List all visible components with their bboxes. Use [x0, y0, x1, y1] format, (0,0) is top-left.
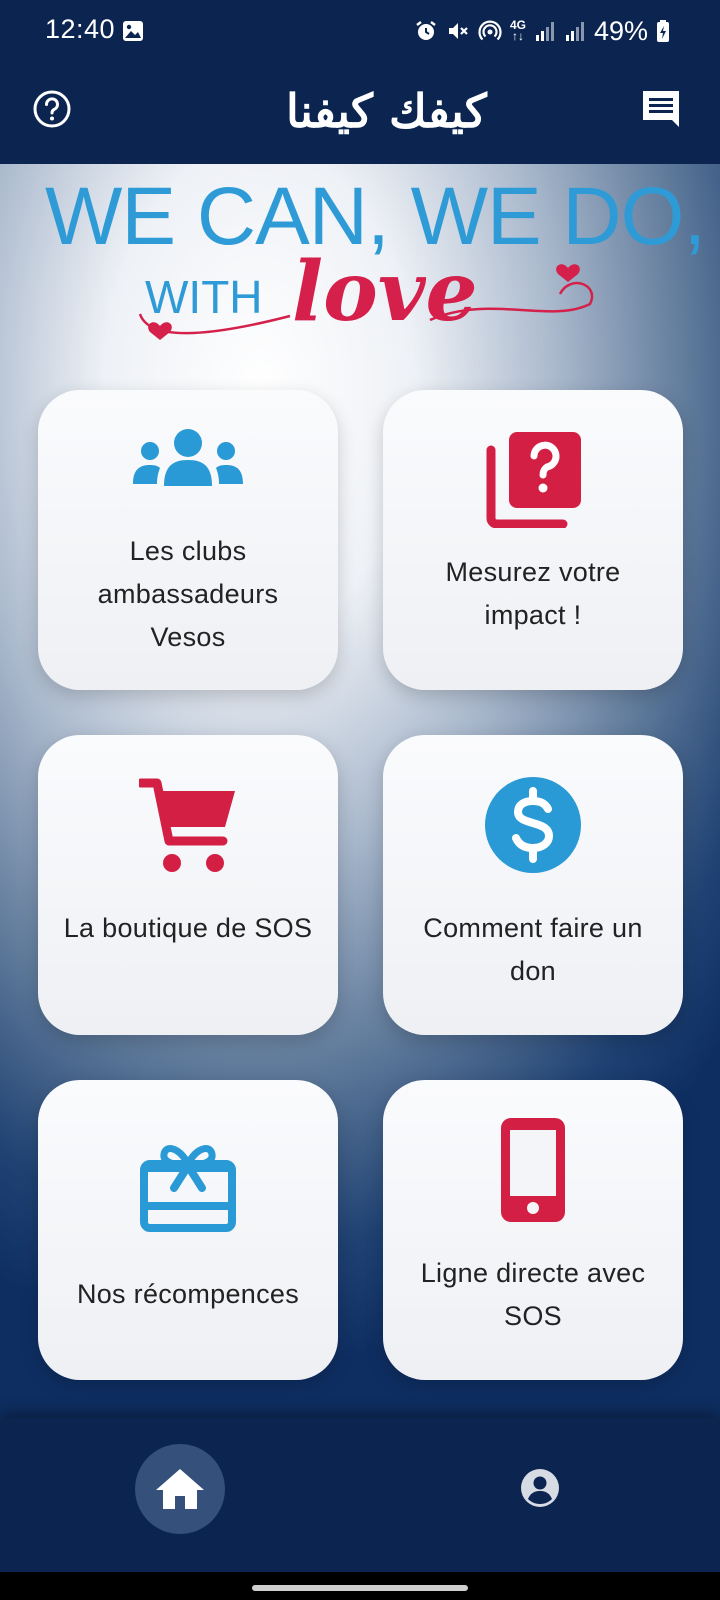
banner-love: love: [292, 244, 478, 340]
tile-ligne-directe[interactable]: Ligne directe avec SOS: [383, 1080, 683, 1380]
quiz-icon: [486, 432, 581, 528]
battery-percent: 49%: [593, 15, 648, 46]
app-header: كيفك كيفنا: [0, 62, 720, 164]
network-type: 4G ↑↓: [510, 19, 526, 43]
battery-icon: [657, 20, 669, 42]
help-icon[interactable]: [32, 89, 72, 129]
status-bar: 12:40 4G ↑↓ 49%: [0, 0, 720, 62]
status-icons: 4G ↑↓ 49%: [414, 14, 670, 48]
bottom-nav: [0, 1418, 720, 1572]
cart-icon: [139, 778, 235, 872]
tile-label: Les clubs ambassadeurs Vesos: [97, 536, 279, 652]
network-activity: ↑↓: [511, 29, 524, 43]
tile-label: Comment faire un don: [423, 913, 643, 986]
tile-label: Nos récompences: [76, 1279, 300, 1309]
tile-label: Ligne directe avec SOS: [420, 1258, 646, 1331]
signal-icon-2: [565, 22, 584, 41]
mute-icon: [448, 23, 468, 39]
nav-home-button[interactable]: [135, 1444, 225, 1534]
dollar-icon: [485, 777, 581, 873]
tile-boutique-sos[interactable]: La boutique de SOS: [38, 735, 338, 1035]
heart-icon-2: [556, 264, 580, 282]
tile-clubs-ambassadeurs[interactable]: Les clubs ambassadeurs Vesos: [38, 390, 338, 690]
heart-icon: [148, 322, 172, 340]
banner-with: WITH: [145, 271, 263, 323]
status-time: 12:40: [45, 14, 116, 44]
main-content: WE CAN, WE DO, WITH love Les clubs ambas…: [0, 164, 720, 1418]
gesture-bar: [0, 1572, 720, 1600]
group-icon: [133, 429, 243, 486]
alarm-icon: [416, 21, 436, 40]
phone-icon: [501, 1118, 565, 1222]
chat-icon[interactable]: [640, 88, 682, 130]
hotspot-icon: [478, 20, 502, 41]
gallery-icon: [123, 21, 143, 41]
home-icon: [156, 1469, 204, 1509]
tile-label: La boutique de SOS: [63, 913, 313, 943]
gift-card-icon: [140, 1145, 236, 1232]
app-logo: كيفك كيفنا: [286, 84, 488, 138]
banner: WE CAN, WE DO, WITH love: [0, 164, 720, 364]
profile-icon[interactable]: [520, 1468, 560, 1508]
tile-recompences[interactable]: Nos récompences: [38, 1080, 338, 1380]
signal-icon: [535, 22, 554, 41]
tile-label: Mesurez votre impact !: [445, 557, 621, 630]
tile-mesurez-impact[interactable]: Mesurez votre impact !: [383, 390, 683, 690]
gesture-handle[interactable]: [252, 1585, 468, 1591]
tile-faire-un-don[interactable]: Comment faire un don: [383, 735, 683, 1035]
